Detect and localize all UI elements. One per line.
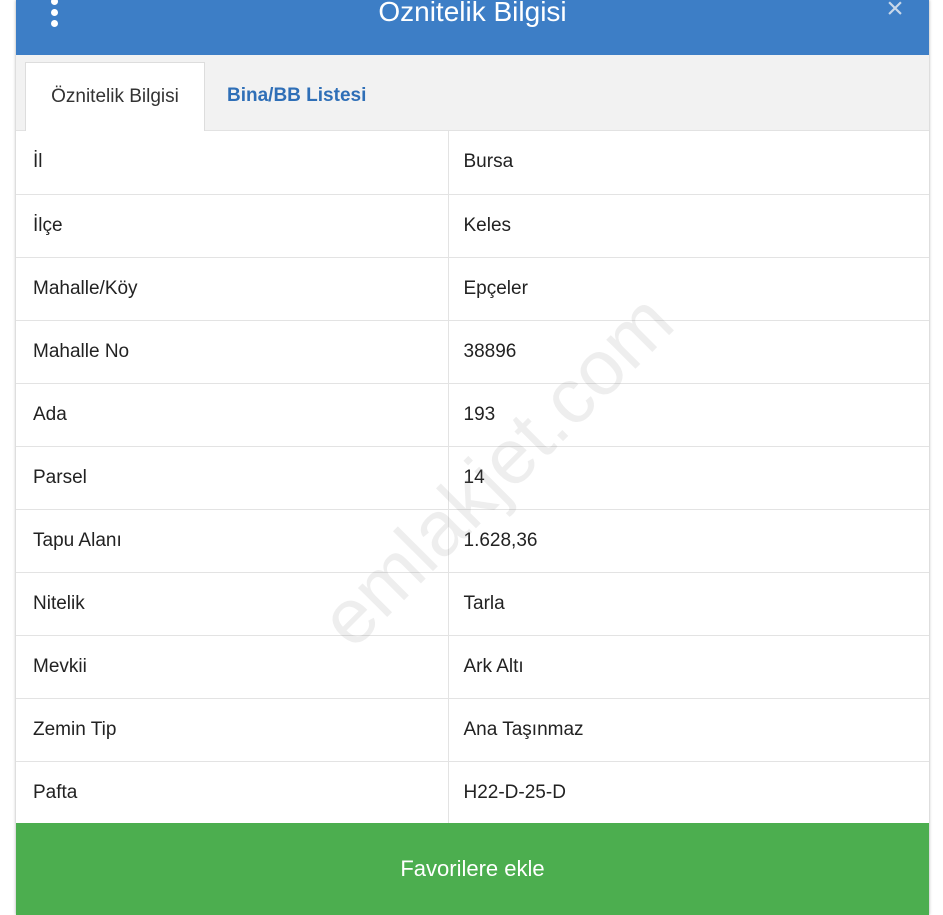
attribute-value: Epçeler (448, 257, 929, 321)
attribute-value: Tarla (448, 572, 929, 636)
table-row: İlçe Keles (16, 194, 929, 258)
table-row: Nitelik Tarla (16, 572, 929, 636)
attribute-label: Nitelik (16, 572, 449, 636)
attribute-label: Mahalle No (16, 320, 449, 384)
tab-building-list[interactable]: Bina/BB Listesi (227, 62, 366, 130)
table-row: Zemin Tip Ana Taşınmaz (16, 698, 929, 762)
attribute-value: Keles (448, 194, 929, 258)
close-icon[interactable]: × (881, 0, 909, 27)
attribute-value: 38896 (448, 320, 929, 384)
table-row: Mevkii Ark Altı (16, 635, 929, 699)
attribute-label: Parsel (16, 446, 449, 510)
table-row: Parsel 14 (16, 446, 929, 510)
attribute-info-panel: Öznitelik Bilgisi × Öznitelik Bilgisi Bi… (16, 0, 929, 915)
attribute-value: H22-D-25-D (448, 761, 929, 825)
add-to-favorites-button[interactable]: Favorilere ekle (16, 823, 929, 915)
attribute-table: İl Bursa İlçe Keles Mahalle/Köy Epçeler … (16, 131, 929, 825)
table-row: Ada 193 (16, 383, 929, 447)
table-row: Mahalle/Köy Epçeler (16, 257, 929, 321)
attribute-value: 193 (448, 383, 929, 447)
table-row: Tapu Alanı 1.628,36 (16, 509, 929, 573)
attribute-label: İlçe (16, 194, 449, 258)
tab-attribute-info[interactable]: Öznitelik Bilgisi (25, 62, 205, 131)
attribute-value: Ana Taşınmaz (448, 698, 929, 762)
attribute-label: Ada (16, 383, 449, 447)
table-row: Mahalle No 38896 (16, 320, 929, 384)
attribute-value: 1.628,36 (448, 509, 929, 573)
attribute-value: 14 (448, 446, 929, 510)
attribute-label: Tapu Alanı (16, 509, 449, 573)
attribute-value: Ark Altı (448, 635, 929, 699)
panel-header: Öznitelik Bilgisi × (16, 0, 929, 55)
attribute-label: Mahalle/Köy (16, 257, 449, 321)
attribute-label: Pafta (16, 761, 449, 825)
attribute-value: Bursa (448, 131, 929, 195)
attribute-label: İl (16, 131, 449, 195)
attribute-label: Mevkii (16, 635, 449, 699)
panel-title: Öznitelik Bilgisi (378, 0, 567, 27)
table-row: İl Bursa (16, 131, 929, 195)
tab-bar: Öznitelik Bilgisi Bina/BB Listesi (16, 55, 929, 131)
table-row: Pafta H22-D-25-D (16, 761, 929, 825)
attribute-label: Zemin Tip (16, 698, 449, 762)
